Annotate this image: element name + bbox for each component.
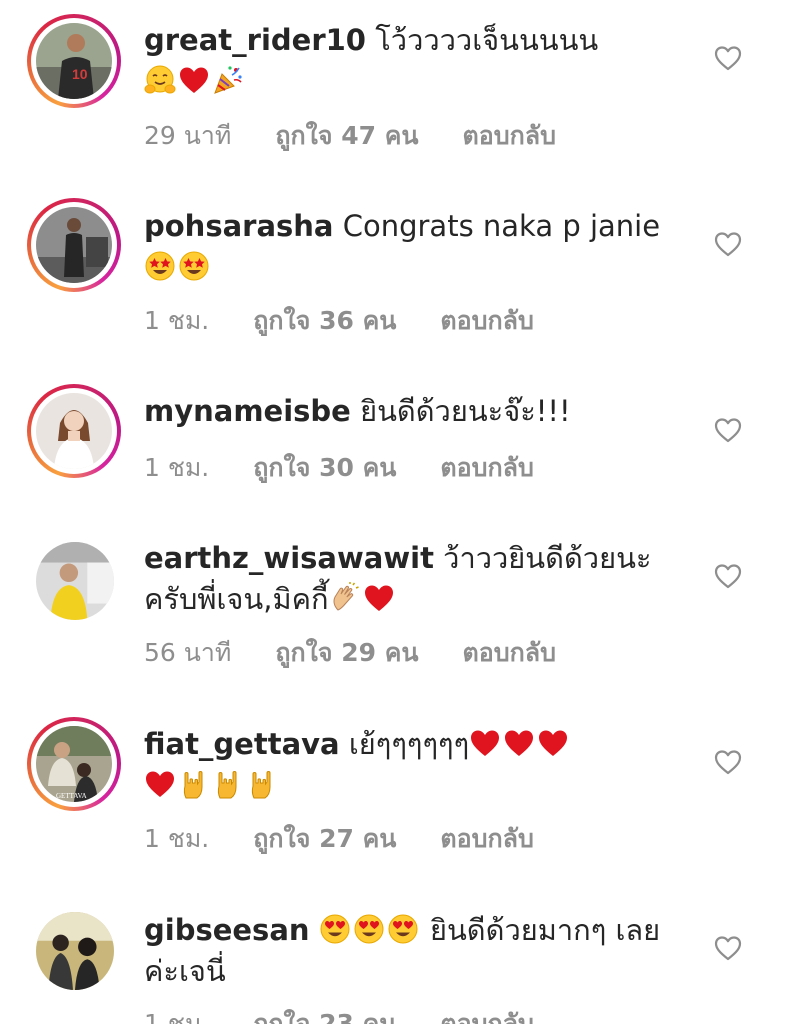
comment-likes[interactable]: ถูกใจ 36 คน [253,306,396,335]
comment-username[interactable]: fiat_gettava [144,727,340,761]
red-heart-emoji [144,768,176,800]
comment-time: 1 ชม. [144,824,210,853]
like-heart-icon[interactable] [714,935,742,961]
comment-text: fiat_gettava เย้ๆๆๆๆๆๆ [144,724,664,806]
comment-likes[interactable]: ถูกใจ 23 คน [253,1009,396,1024]
comment-body: เย้ๆๆๆๆๆๆ [339,727,470,761]
red-heart-emoji [363,582,395,614]
comment-time: 1 ชม. [144,1009,210,1024]
heart-eyes-emoji [353,913,385,945]
avatar-photo: GETTAVA [36,726,112,802]
hugging-face-emoji [144,64,176,96]
comment-likes[interactable]: ถูกใจ 30 คน [253,453,396,482]
red-heart-emoji [503,727,535,759]
comment-meta: 1 ชม. ถูกใจ 30 คน ตอบกลับ [144,448,578,488]
comment-meta: 1 ชม. ถูกใจ 23 คน ตอบกลับ [144,1004,578,1024]
red-heart-emoji [537,727,569,759]
comment-meta: 1 ชม. ถูกใจ 27 คน ตอบกลับ [144,819,578,859]
heart-eyes-emoji [387,913,419,945]
comment-meta: 56 นาที ถูกใจ 29 คน ตอบกลับ [144,633,600,673]
comment-likes[interactable]: ถูกใจ 27 คน [253,824,396,853]
reply-button[interactable]: ตอบกลับ [440,306,533,335]
like-heart-icon[interactable] [714,417,742,443]
comment-meta: 1 ชม. ถูกใจ 36 คน ตอบกลับ [144,301,578,341]
avatar-photo [36,393,112,469]
comment-text: pohsarasha Congrats naka p janie [144,206,664,288]
svg-text:GETTAVA: GETTAVA [56,792,87,800]
avatar-photo [36,542,114,620]
comment-username[interactable]: great_rider10 [144,23,366,57]
star-struck-emoji [178,250,210,282]
like-heart-icon[interactable] [714,749,742,775]
reply-button[interactable]: ตอบกลับ [440,824,533,853]
red-heart-emoji [178,64,210,96]
star-struck-emoji [144,250,176,282]
reply-button[interactable]: ตอบกลับ [463,638,556,667]
comment-time: 56 นาที [144,638,232,667]
avatar[interactable]: GETTAVA [27,717,121,811]
comment-body: ยินดีด้วยนะจ๊ะ!!! [350,394,571,428]
reply-button[interactable]: ตอบกลับ [440,1009,533,1024]
red-heart-emoji [469,727,501,759]
comment-time: 1 ชม. [144,453,210,482]
comment-username[interactable]: mynameisbe [144,394,351,428]
sign-of-horns-emoji [212,768,244,800]
comment-meta: 29 นาที ถูกใจ 47 คน ตอบกลับ [144,116,600,156]
sign-of-horns-emoji [246,768,278,800]
comment-text: earthz_wisawawit ว้าววยินดีด้วยนะครับพี่… [144,538,664,620]
comment-time: 1 ชม. [144,306,210,335]
comment-body: โว้ววววเจ็นนนนน [366,23,599,57]
comment-likes[interactable]: ถูกใจ 29 คน [275,638,418,667]
heart-eyes-emoji [319,913,351,945]
avatar-photo [36,912,114,990]
like-heart-icon[interactable] [714,231,742,257]
comment-username[interactable]: earthz_wisawawit [144,541,434,575]
svg-text:10: 10 [72,66,88,82]
comment-time: 29 นาที [144,121,232,150]
avatar-photo: 10 [36,23,112,99]
clapping-hands-emoji [329,582,361,614]
comment-body: Congrats naka p janie [333,209,661,243]
comment-username[interactable]: pohsarasha [144,209,334,243]
party-popper-emoji [212,64,244,96]
comment-text: gibseesan ยินดีด้วยมากๆ เลยค่ะเจนี่ [144,910,664,992]
like-heart-icon[interactable] [714,563,742,589]
avatar[interactable] [27,384,121,478]
comments-list: 10 great_rider10 โว้ววววเจ็นนนนน 29 นาที… [0,0,790,1024]
comment-likes[interactable]: ถูกใจ 47 คน [275,121,418,150]
comment-username[interactable]: gibseesan [144,913,310,947]
sign-of-horns-emoji [178,768,210,800]
avatar[interactable] [27,198,121,292]
avatar[interactable]: 10 [27,14,121,108]
avatar[interactable] [36,542,114,620]
avatar[interactable] [36,912,114,990]
avatar-photo [36,207,112,283]
reply-button[interactable]: ตอบกลับ [440,453,533,482]
comment-text: mynameisbe ยินดีด้วยนะจ๊ะ!!! [144,391,664,432]
like-heart-icon[interactable] [714,45,742,71]
comment-text: great_rider10 โว้ววววเจ็นนนนน [144,20,664,102]
reply-button[interactable]: ตอบกลับ [463,121,556,150]
